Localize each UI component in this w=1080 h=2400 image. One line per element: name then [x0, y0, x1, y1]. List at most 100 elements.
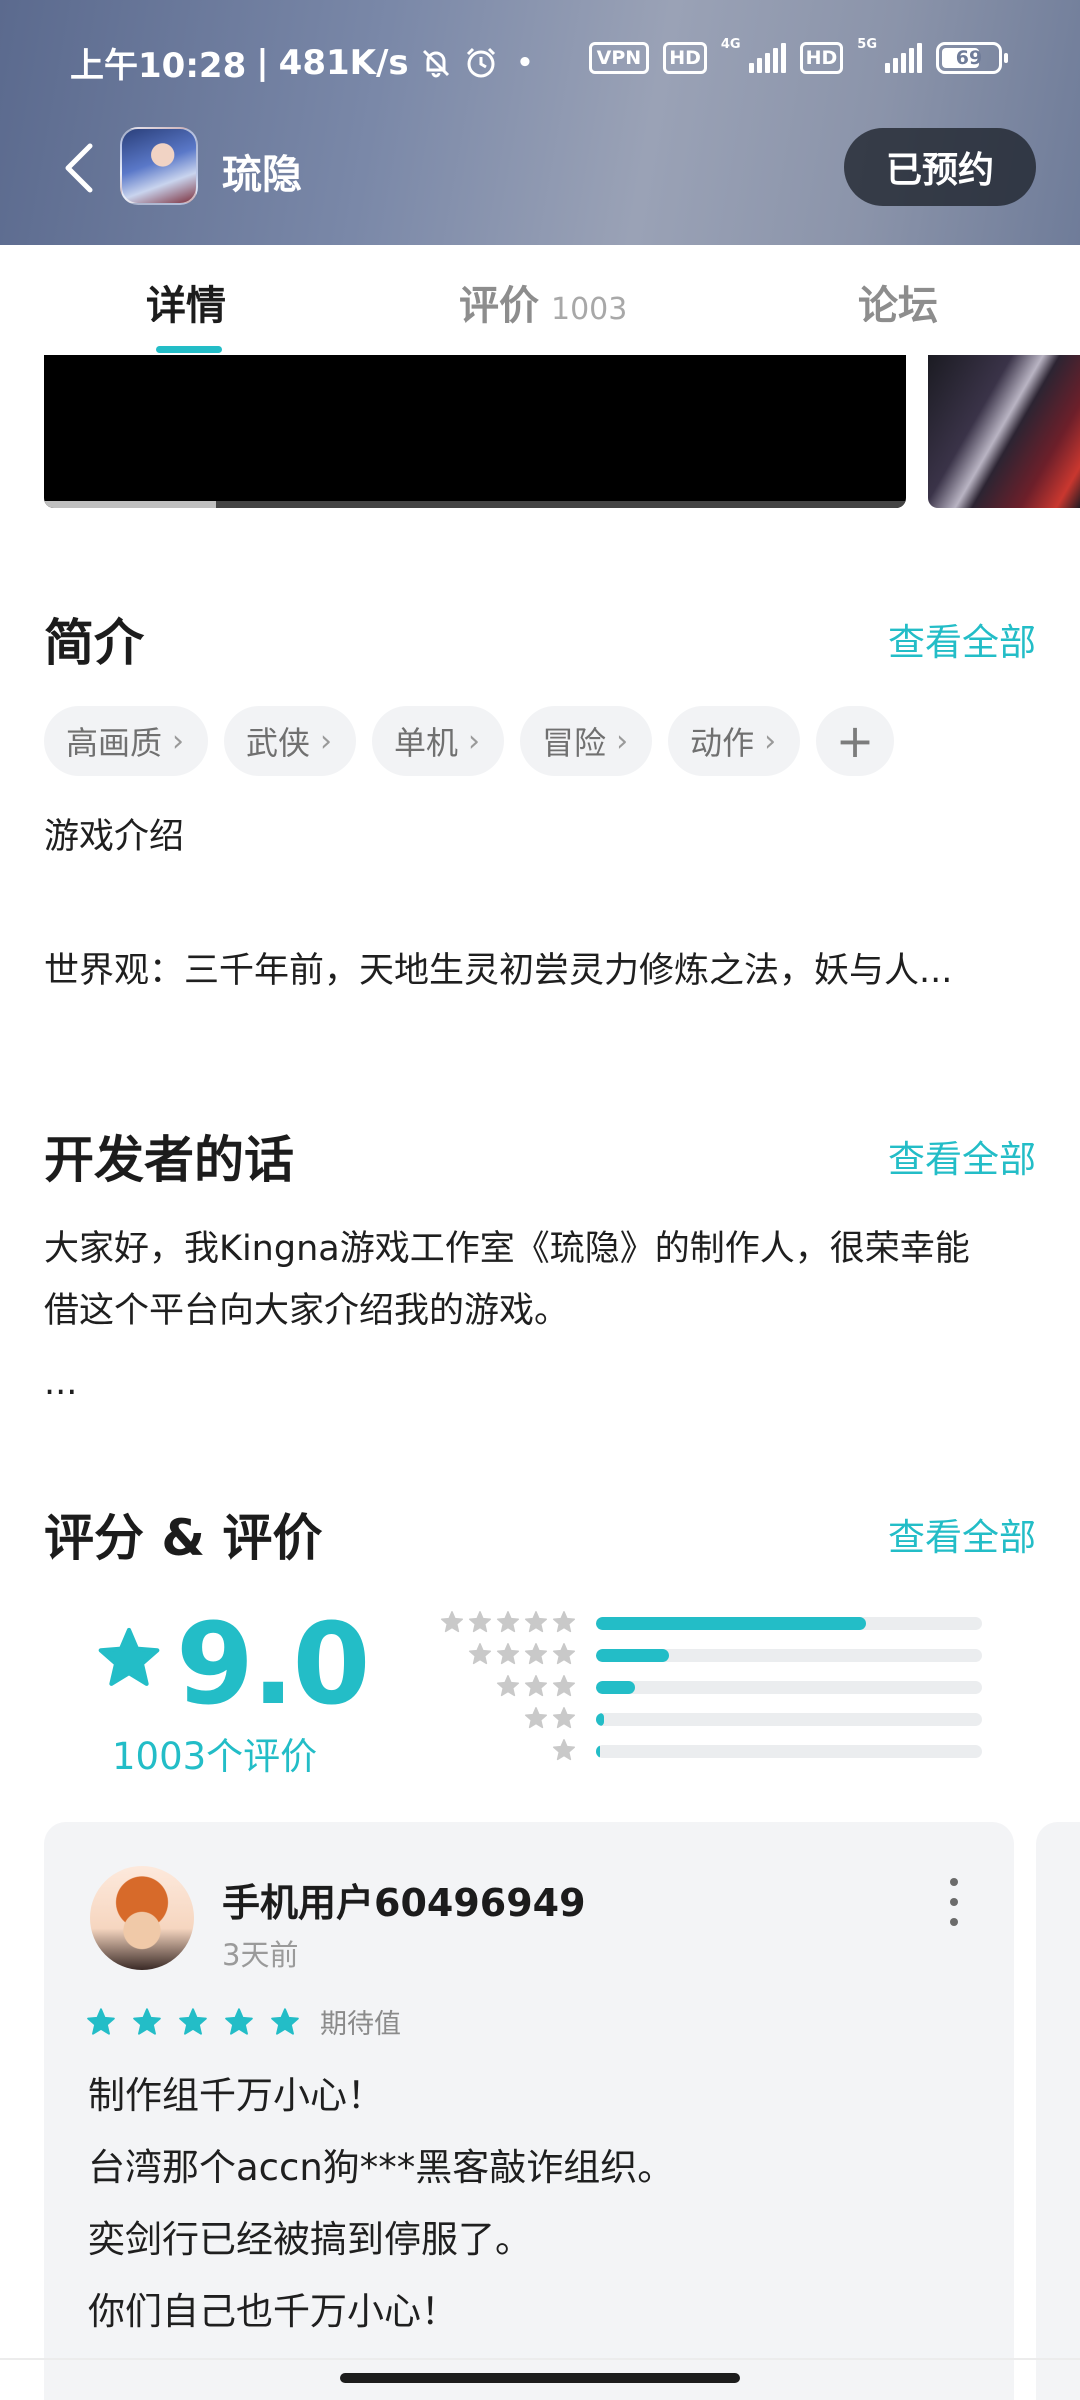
intro-title: 简介	[44, 614, 144, 672]
rating-row-stars	[552, 1738, 576, 1762]
rating-bar	[596, 1745, 982, 1758]
rating-row-3-star	[400, 1674, 982, 1698]
network-type-2: 5G	[857, 36, 877, 52]
developer-title: 开发者的话	[44, 1131, 294, 1189]
tag-list: 高画质 › 武侠 › 单机 › 冒险 › 动作 › +	[44, 706, 895, 776]
rating-count: 1003个评价	[112, 1735, 318, 1778]
screenshot-thumbnail[interactable]	[928, 355, 1080, 508]
review-card[interactable]: 手机用户60496949 3天前 期待值 制作组千万小心！ 台湾那个accn狗*…	[44, 1822, 1014, 2400]
rating-bar	[596, 1617, 982, 1630]
review-line: 台湾那个accn狗***黑客敲诈组织。	[88, 2146, 675, 2189]
tag-chip[interactable]: 高画质 ›	[44, 706, 209, 776]
intro-description[interactable]: 世界观：三千年前，天地生灵初尝灵力修炼之法，妖与人...	[44, 940, 952, 1002]
star-icon	[552, 1739, 576, 1761]
review-time: 3天前	[222, 1938, 299, 1972]
tab-details[interactable]: 详情	[146, 273, 226, 331]
star-icon	[524, 1707, 548, 1729]
rating-bar	[596, 1713, 982, 1726]
status-time: 上午10:28	[70, 46, 247, 86]
rating-row-stars	[440, 1610, 576, 1634]
star-icon	[552, 1675, 576, 1697]
tab-reviews-count: 1003	[551, 292, 628, 327]
home-indicator[interactable]	[340, 2373, 740, 2383]
rating-row-stars	[468, 1642, 576, 1666]
app-title: 琉隐	[222, 152, 302, 198]
review-line: 制作组千万小心！	[88, 2074, 384, 2117]
star-icon	[468, 1611, 492, 1633]
video-player[interactable]	[44, 355, 906, 508]
star-icon	[524, 1675, 548, 1697]
tag-chip[interactable]: 动作 ›	[668, 706, 801, 776]
ratings-see-all-link[interactable]: 查看全部	[888, 1507, 1036, 1561]
star-icon	[524, 1643, 548, 1665]
divider	[0, 2358, 1080, 2360]
tag-label: 冒险	[542, 724, 607, 762]
network-type-1: 4G	[720, 36, 741, 52]
rating-row-4-star	[400, 1642, 982, 1666]
review-content: 制作组千万小心！ 台湾那个accn狗***黑客敲诈组织。 奕剑行已经被搞到停服了…	[88, 2060, 674, 2348]
battery-icon: 69	[936, 42, 1008, 74]
chevron-right-icon: ›	[616, 723, 629, 759]
signal-icon-1	[748, 43, 786, 73]
tab-forum[interactable]: 论坛	[858, 273, 938, 331]
tab-reviews[interactable]: 评价 1003	[459, 273, 627, 331]
tag-chip[interactable]: 冒险 ›	[520, 706, 653, 776]
tag-label: 单机	[394, 724, 459, 762]
intro-see-all-link[interactable]: 查看全部	[888, 612, 1036, 666]
review-tag: 期待值	[320, 2009, 401, 2040]
add-tag-button[interactable]: +	[816, 706, 895, 776]
tab-bar: 详情 评价 1003 论坛	[0, 245, 1080, 355]
avatar[interactable]	[90, 1866, 194, 1970]
star-icon	[552, 1643, 576, 1665]
tag-label: 高画质	[66, 724, 163, 762]
chevron-right-icon: ›	[320, 723, 333, 759]
rating-row-1-star	[400, 1738, 982, 1762]
star-icon	[552, 1611, 576, 1633]
rating-bar-fill	[596, 1649, 670, 1662]
star-icon	[87, 2007, 115, 2035]
status-net-speed: 481K/s	[278, 42, 409, 83]
signal-icon-2	[885, 43, 922, 73]
tag-chip[interactable]: 武侠 ›	[224, 706, 357, 776]
rating-row-2-star	[400, 1706, 982, 1730]
hd-badge-2: HD	[799, 42, 844, 74]
tag-chip[interactable]: 单机 ›	[372, 706, 505, 776]
star-icon	[98, 1627, 160, 1686]
star-icon	[225, 2007, 253, 2035]
more-options-button[interactable]	[944, 1878, 964, 1926]
notification-dot-icon: •	[516, 47, 534, 78]
developer-see-all-link[interactable]: 查看全部	[888, 1129, 1036, 1183]
review-user-name[interactable]: 手机用户60496949	[222, 1872, 586, 1927]
status-bar: 上午10:28 | 481K/s • VPN HD 4G HD 5G 69	[0, 30, 1080, 90]
star-icon	[271, 2007, 299, 2035]
plus-icon: +	[835, 714, 875, 768]
video-progress-bar[interactable]	[44, 501, 906, 508]
alarm-icon	[466, 47, 495, 77]
tab-forum-label: 论坛	[858, 283, 938, 329]
star-icon	[179, 2007, 207, 2035]
rating-score: 9.0	[176, 1600, 370, 1730]
rating-bar-fill	[596, 1617, 867, 1630]
back-button[interactable]	[56, 138, 106, 198]
app-header: 上午10:28 | 481K/s • VPN HD 4G HD 5G 69 琉隐…	[0, 0, 1080, 245]
rating-row-5-star	[400, 1610, 982, 1634]
developer-text-line-2: 借这个平台向大家介绍我的游戏。	[44, 1291, 570, 1331]
hd-badge-1: HD	[663, 42, 707, 74]
chevron-right-icon: ›	[468, 723, 481, 759]
status-right: VPN HD 4G HD 5G 69	[588, 37, 1008, 74]
rating-bar	[596, 1681, 982, 1694]
status-divider: |	[256, 42, 269, 83]
rating-row-stars	[524, 1706, 576, 1730]
star-icon	[468, 1643, 492, 1665]
review-line: 你们自己也千万小心！	[88, 2290, 458, 2333]
tab-active-indicator	[156, 346, 222, 353]
video-progress-fill	[44, 501, 217, 508]
next-review-card[interactable]	[1036, 1822, 1080, 2400]
tab-details-label: 详情	[146, 283, 226, 329]
star-icon	[133, 2007, 161, 2035]
chevron-right-icon: ›	[764, 723, 777, 759]
star-icon	[524, 1611, 548, 1633]
tab-reviews-label: 评价	[459, 283, 539, 329]
reserved-button[interactable]: 已预约	[844, 128, 1036, 206]
rating-bar-fill	[596, 1745, 600, 1758]
